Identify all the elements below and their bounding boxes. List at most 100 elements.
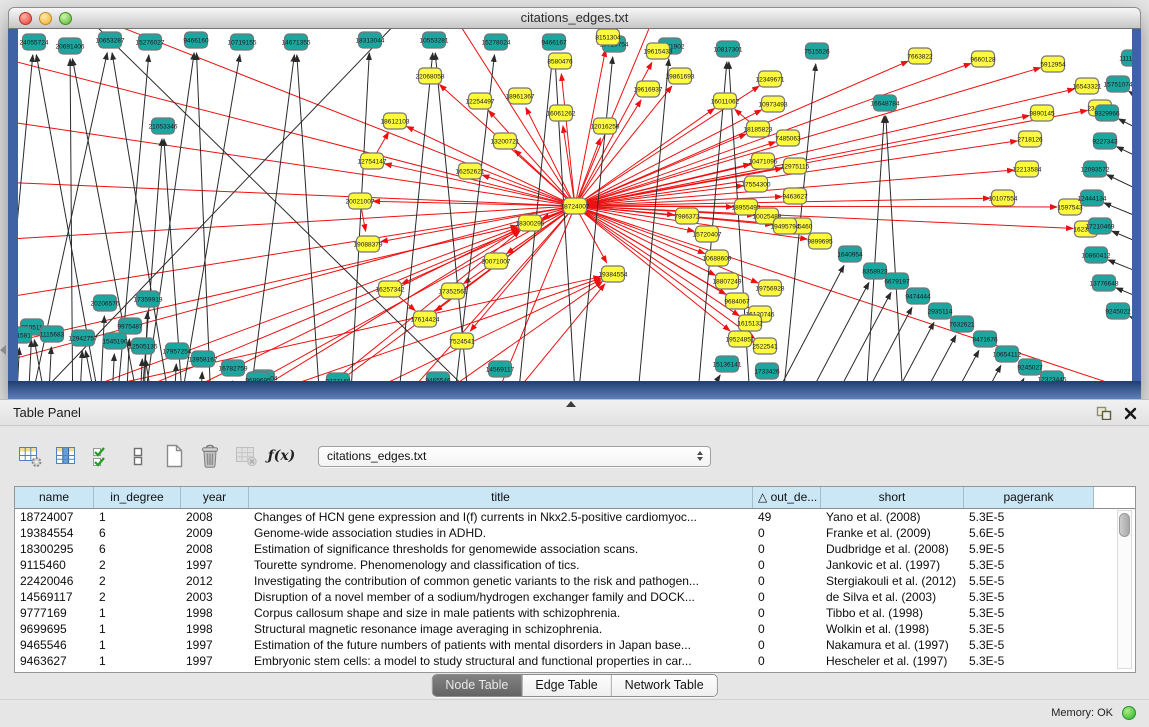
table-cell[interactable]: Genome-wide association studies in ADHD. bbox=[249, 525, 753, 541]
table-cell[interactable]: 0 bbox=[753, 557, 821, 573]
table-cell[interactable]: 2008 bbox=[181, 541, 249, 557]
table-cell[interactable]: 1997 bbox=[181, 557, 249, 573]
table-cell[interactable]: 0 bbox=[753, 573, 821, 589]
column-header-year[interactable]: year bbox=[181, 487, 249, 508]
column-header-in_degree[interactable]: in_degree bbox=[94, 487, 181, 508]
table-cell[interactable]: 5.3E-5 bbox=[964, 621, 1094, 637]
table-cell[interactable]: 22420046 bbox=[15, 573, 94, 589]
table-cell[interactable]: 1997 bbox=[181, 637, 249, 653]
table-cell[interactable]: Wolkin et al. (1998) bbox=[821, 621, 964, 637]
table-cell[interactable]: Nakamura et al. (1997) bbox=[821, 637, 964, 653]
table-cell[interactable]: Dudbridge et al. (2008) bbox=[821, 541, 964, 557]
tab-edge-table[interactable]: Edge Table bbox=[521, 675, 610, 696]
memory-status-indicator[interactable] bbox=[1122, 706, 1136, 720]
table-cell[interactable]: 5.5E-5 bbox=[964, 573, 1094, 589]
table-cell[interactable]: Tourette syndrome. Phenomenology and cla… bbox=[249, 557, 753, 573]
table-cell[interactable]: 2012 bbox=[181, 573, 249, 589]
table-cell[interactable]: 5.9E-5 bbox=[964, 541, 1094, 557]
table-cell[interactable]: 1 bbox=[94, 605, 181, 621]
table-cell[interactable]: Jankovic et al. (1997) bbox=[821, 557, 964, 573]
table-cell[interactable]: 9115460 bbox=[15, 557, 94, 573]
tab-node-table[interactable]: Node Table bbox=[432, 675, 521, 696]
table-cell[interactable]: 2 bbox=[94, 589, 181, 605]
table-cell[interactable]: 0 bbox=[753, 541, 821, 557]
table-cell[interactable]: 6 bbox=[94, 541, 181, 557]
table-cell[interactable]: 2003 bbox=[181, 589, 249, 605]
network-canvas[interactable]: 2405572420691406106532871527602794661601… bbox=[18, 29, 1132, 381]
table-cell[interactable]: 2009 bbox=[181, 525, 249, 541]
table-cell[interactable]: 5.3E-5 bbox=[964, 637, 1094, 653]
table-cell[interactable]: 5.3E-5 bbox=[964, 589, 1094, 605]
table-cell[interactable]: 0 bbox=[753, 589, 821, 605]
table-cell[interactable]: 1998 bbox=[181, 621, 249, 637]
table-cell[interactable]: 9463627 bbox=[15, 653, 94, 669]
table-cell[interactable]: Embryonic stem cells: a model to study s… bbox=[249, 653, 753, 669]
table-cell[interactable]: 1998 bbox=[181, 605, 249, 621]
close-window-button[interactable] bbox=[19, 12, 32, 25]
table-cell[interactable]: Yano et al. (2008) bbox=[821, 509, 964, 525]
table-row[interactable]: 946362711997Embryonic stem cells: a mode… bbox=[15, 653, 1135, 669]
column-edit-icon[interactable] bbox=[52, 443, 79, 470]
column-header-out_de[interactable]: △ out_de... bbox=[753, 487, 821, 508]
table-settings-icon[interactable] bbox=[16, 443, 43, 470]
scrollbar-thumb[interactable] bbox=[1119, 513, 1130, 537]
close-panel-icon[interactable] bbox=[1124, 407, 1137, 420]
table-cell[interactable]: 5.3E-5 bbox=[964, 509, 1094, 525]
table-row[interactable]: 2242004622012Investigating the contribut… bbox=[15, 573, 1135, 589]
table-row[interactable]: 1456911722003Disruption of a novel membe… bbox=[15, 589, 1135, 605]
row-height-icon[interactable] bbox=[124, 443, 151, 470]
table-cell[interactable]: 19384554 bbox=[15, 525, 94, 541]
minimize-window-button[interactable] bbox=[39, 12, 52, 25]
table-cell[interactable]: 2 bbox=[94, 557, 181, 573]
column-checklist-icon[interactable] bbox=[88, 443, 115, 470]
function-builder-icon[interactable]: ƒ(x) bbox=[268, 443, 295, 470]
table-cell[interactable]: 1 bbox=[94, 653, 181, 669]
table-cell[interactable]: 5.3E-5 bbox=[964, 557, 1094, 573]
table-row[interactable]: 969969511998Structural magnetic resonanc… bbox=[15, 621, 1135, 637]
table-cell[interactable]: 5.3E-5 bbox=[964, 605, 1094, 621]
table-row[interactable]: 1938455462009Genome-wide association stu… bbox=[15, 525, 1135, 541]
zoom-window-button[interactable] bbox=[59, 12, 72, 25]
table-cell[interactable]: Franke et al. (2009) bbox=[821, 525, 964, 541]
table-cell[interactable]: Stergiakouli et al. (2012) bbox=[821, 573, 964, 589]
table-cell[interactable]: 18300295 bbox=[15, 541, 94, 557]
table-cell[interactable]: Changes of HCN gene expression and I(f) … bbox=[249, 509, 753, 525]
table-cell[interactable]: 1997 bbox=[181, 653, 249, 669]
table-cell[interactable]: 1 bbox=[94, 621, 181, 637]
table-cell[interactable]: 0 bbox=[753, 525, 821, 541]
table-cell[interactable]: Structural magnetic resonance image aver… bbox=[249, 621, 753, 637]
table-cell[interactable]: 2 bbox=[94, 573, 181, 589]
table-cell[interactable]: 6 bbox=[94, 525, 181, 541]
table-cell[interactable]: Estimation of significance thresholds fo… bbox=[249, 541, 753, 557]
table-cell[interactable]: de Silva et al. (2003) bbox=[821, 589, 964, 605]
table-row[interactable]: 1872400712008Changes of HCN gene express… bbox=[15, 509, 1135, 525]
collapse-panel-arrow-icon[interactable] bbox=[0, 345, 6, 355]
table-cell[interactable]: Hescheler et al. (1997) bbox=[821, 653, 964, 669]
table-cell[interactable]: 0 bbox=[753, 621, 821, 637]
table-selector-dropdown[interactable]: citations_edges.txt bbox=[318, 446, 711, 467]
table-cell[interactable]: 1 bbox=[94, 637, 181, 653]
new-document-icon[interactable] bbox=[160, 443, 187, 470]
table-cell[interactable]: Investigating the contribution of common… bbox=[249, 573, 753, 589]
table-cell[interactable]: 1 bbox=[94, 509, 181, 525]
column-header-short[interactable]: short bbox=[821, 487, 964, 508]
table-cell[interactable]: 9777169 bbox=[15, 605, 94, 621]
table-cell[interactable]: 2008 bbox=[181, 509, 249, 525]
table-cell[interactable]: 9465546 bbox=[15, 637, 94, 653]
split-pane-handle-icon[interactable] bbox=[566, 401, 576, 407]
table-cell[interactable]: Disruption of a novel member of a sodium… bbox=[249, 589, 753, 605]
table-vertical-scrollbar[interactable] bbox=[1117, 510, 1132, 669]
table-cell[interactable]: 0 bbox=[753, 637, 821, 653]
trash-icon[interactable] bbox=[196, 443, 223, 470]
table-cell[interactable]: Tibbo et al. (1998) bbox=[821, 605, 964, 621]
table-cell[interactable]: 5.3E-5 bbox=[964, 653, 1094, 669]
table-row[interactable]: 977716911998Corpus callosum shape and si… bbox=[15, 605, 1135, 621]
table-cell[interactable]: 0 bbox=[753, 605, 821, 621]
table-row[interactable]: 911546021997Tourette syndrome. Phenomeno… bbox=[15, 557, 1135, 573]
table-row[interactable]: 946554611997Estimation of the future num… bbox=[15, 637, 1135, 653]
table-cell[interactable]: 9699695 bbox=[15, 621, 94, 637]
tab-network-table[interactable]: Network Table bbox=[611, 675, 717, 696]
column-header-pagerank[interactable]: pagerank bbox=[964, 487, 1094, 508]
window-titlebar[interactable]: citations_edges.txt bbox=[8, 7, 1141, 29]
column-header-name[interactable]: name bbox=[15, 487, 94, 508]
